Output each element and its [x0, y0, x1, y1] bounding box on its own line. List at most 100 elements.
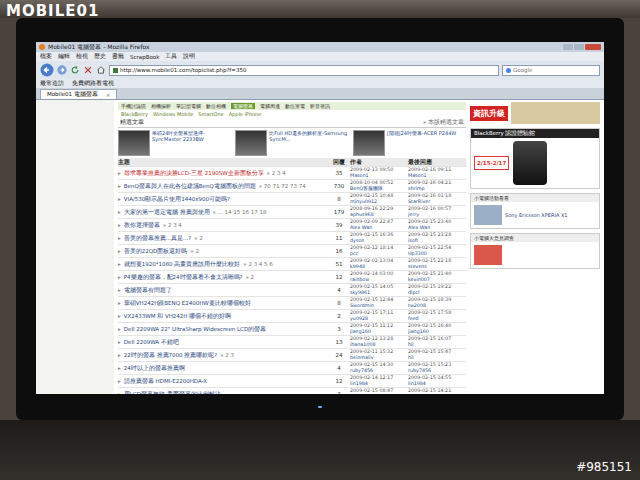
featured-item[interactable]: 華碩24吋全螢幕型選擇-SyncMaster 2233BW	[118, 130, 231, 156]
topic-title[interactable]: Dell 2209WA 不錯吧	[124, 339, 179, 346]
table-row[interactable]: ▸ 22吋的螢幕 推薦7000 推薦哪款呢? » 2 3 24 2009-02-…	[118, 349, 466, 362]
column-header[interactable]: 作者	[350, 159, 408, 166]
table-row[interactable]: ▸ 請推薦螢幕 HDMI-E2200HDA-X 12 2009-02-14 12…	[118, 375, 466, 388]
author-name[interactable]: minyu0912	[350, 199, 408, 205]
featured-item[interactable]: [開箱]24吋螢幕-ACER P244W	[353, 130, 466, 156]
last-reply-author[interactable]: Alex Wan	[408, 225, 466, 231]
menu-item[interactable]: 編輯	[58, 53, 70, 60]
table-row[interactable]: ▸ 華碩VH242H跟BENQ E2400HW要比較哪個較好 8 2009-02…	[118, 297, 466, 310]
table-row[interactable]: ▸ 電腦螢幕有問題了 4 2009-02-15 14:05 sky9861 20…	[118, 284, 466, 297]
author-name[interactable]: beinmaliv	[350, 355, 408, 361]
site-nav-item[interactable]: 電腦周邊	[260, 103, 280, 109]
sub-nav-item[interactable]: SmartOne	[198, 111, 223, 117]
last-reply-author[interactable]: feed	[408, 316, 466, 322]
column-header[interactable]: 回覆	[328, 159, 350, 166]
stop-icon[interactable]	[83, 65, 93, 75]
topic-title[interactable]: 華碩VH242H跟BENQ E2400HW要比較哪個較好	[124, 300, 251, 307]
search-field[interactable]: Google	[502, 65, 600, 76]
topic-pages[interactable]: » 2	[194, 235, 203, 242]
topic-pages[interactable]: » 2 3 4	[267, 170, 286, 177]
last-reply-author[interactable]: shrimp	[408, 186, 466, 192]
featured-item[interactable]: 比Full HD還多的解析度-Samsung SyncM...	[235, 130, 348, 156]
author-name[interactable]: Alex Wan	[350, 225, 408, 231]
minimize-icon[interactable]	[563, 44, 573, 50]
table-row[interactable]: ▸ VX2433WM 和 VH242H 哪個不錯的好啊 2 2009-02-15…	[118, 310, 466, 323]
tab-close-icon[interactable]: ×	[106, 92, 111, 98]
author-name[interactable]: ruby7456	[350, 368, 408, 374]
topic-title[interactable]: P4樂趣的螢幕，配24吋螢幕看不會太清晰嗎?	[124, 274, 243, 281]
author-name[interactable]: dyson	[350, 238, 408, 244]
last-reply-author[interactable]: jiang160	[408, 329, 466, 335]
topic-title[interactable]: 善美的螢幕推薦...真是...?	[124, 235, 191, 242]
table-row[interactable]: ▸ Dell 2209WA 不錯吧 13 2009-02-12 13:28 ih…	[118, 336, 466, 349]
last-reply-author[interactable]: kevin007	[408, 277, 466, 283]
table-row[interactable]: ▸ BenQ螢幕與人在此各位建議BenQ電腦面板的問題 » 70 71 72 7…	[118, 180, 466, 193]
site-nav-item[interactable]: 影音視訊	[310, 103, 330, 109]
close-icon[interactable]	[585, 44, 601, 50]
event-box[interactable]: 小電腦活動看看 Sony Ericsson XPERIA X1	[470, 193, 600, 229]
last-reply-author[interactable]: ruby7456	[408, 368, 466, 374]
table-row[interactable]: ▸ 用LCD螢幕無線 畫面螢幕的比例解決 3 2009-02-15 08:47 …	[118, 388, 466, 394]
bookmark[interactable]: 最常造訪	[40, 80, 64, 87]
topic-title[interactable]: 24吋以上的螢幕推薦啊	[124, 365, 185, 372]
sub-nav-item[interactable]: BlackBerry	[121, 111, 148, 117]
power-led-icon[interactable]	[318, 406, 322, 408]
menu-item[interactable]: 檢視	[76, 53, 88, 60]
topic-title[interactable]: 大家的第一選定電腦 推薦與使用	[124, 209, 210, 216]
topic-pages[interactable]: » 2	[246, 274, 255, 281]
author-name[interactable]: rainbow	[350, 277, 408, 283]
table-row[interactable]: ▸ 善美的螢幕推薦...真是...? » 2 11 2009-02-15 16:…	[118, 232, 466, 245]
last-reply-author[interactable]: stevens	[408, 264, 466, 270]
author-name[interactable]: Mason1	[350, 173, 408, 179]
column-header[interactable]: 最後回應	[408, 159, 466, 166]
topic-title[interactable]: 22吋的螢幕 推薦7000 推薦哪款呢?	[124, 352, 217, 359]
topic-title[interactable]: 教你選擇螢幕	[124, 222, 160, 229]
last-reply-author[interactable]: Hp3300	[408, 251, 466, 257]
menu-item[interactable]: 歷史	[94, 53, 106, 60]
topic-pages[interactable]: » ... 14 15 16 17 18	[213, 209, 267, 216]
last-reply-author[interactable]: dlpcl	[408, 290, 466, 296]
last-reply-author[interactable]: hil	[408, 355, 466, 361]
topic-pages[interactable]: » 2	[190, 248, 199, 255]
reload-icon[interactable]	[70, 65, 80, 75]
home-icon[interactable]	[96, 65, 106, 75]
menu-item[interactable]: ScrapBook	[130, 54, 159, 60]
author-name[interactable]: BenQ客服團隊	[350, 186, 408, 192]
topic-pages[interactable]: » 2 3 4	[163, 222, 182, 229]
table-row[interactable]: ▸ 24吋以上的螢幕推薦啊 4 2009-02-15 14:30 ruby745…	[118, 362, 466, 375]
menu-item[interactable]: 說明	[183, 53, 195, 60]
promo-ad[interactable]: 資訊升級	[470, 102, 600, 124]
table-row[interactable]: ▸ 就想要1920*1080 高畫質應該用什麼比較好 » 2 3 4 5 6 5…	[118, 258, 466, 271]
topic-title[interactable]: 用LCD螢幕無線 畫面螢幕的比例解決	[124, 391, 221, 394]
table-row[interactable]: ▸ VIA/530顯示晶片使用1440x900可能嗎? 8 2009-02-15…	[118, 193, 466, 206]
menu-item[interactable]: 書籤	[112, 53, 124, 60]
sub-nav-item[interactable]: Windows Mobile	[153, 111, 193, 117]
back-icon[interactable]	[40, 63, 54, 77]
author-name[interactable]: k9948	[350, 264, 408, 270]
topic-title[interactable]: BenQ螢幕與人在此各位建議BenQ電腦面板的問題	[124, 183, 256, 190]
topic-pages[interactable]: » 70 71 72 73 74	[259, 183, 306, 190]
author-name[interactable]: ihana1008	[350, 342, 408, 348]
table-row[interactable]: ▸ P4樂趣的螢幕，配24吋螢幕看不會太清晰嗎? » 2 12 2009-02-…	[118, 271, 466, 284]
maximize-icon[interactable]	[574, 44, 584, 50]
table-row[interactable]: ▸ 大家的第一選定電腦 推薦與使用 » ... 14 15 16 17 18 1…	[118, 206, 466, 219]
bookmark[interactable]: 免費網路看電視	[72, 80, 114, 87]
table-row[interactable]: ▸ Dell 2209WA 22" UltraSharp Widescreen …	[118, 323, 466, 336]
last-reply-author[interactable]: hil	[408, 342, 466, 348]
address-field[interactable]: http://www.mobile01.com/topiclist.php?f=…	[109, 65, 499, 76]
author-name[interactable]: yu0928	[350, 316, 408, 322]
site-nav-item[interactable]: 數位家電	[285, 103, 305, 109]
table-row[interactable]: ▸ 善美的22QD面板還好嗎 » 2 16 2009-02-12 18:14 p…	[118, 245, 466, 258]
last-reply-author[interactable]: isoft	[408, 238, 466, 244]
column-header[interactable]: 主題	[118, 159, 328, 166]
menu-item[interactable]: 檔案	[40, 53, 52, 60]
table-row[interactable]: ▸ 教你選擇螢幕 » 2 3 4 39 2009-02-09 22:47 Ale…	[118, 219, 466, 232]
topic-title[interactable]: 就想要1920*1080 高畫質應該用什麼比較好	[124, 261, 241, 268]
table-row[interactable]: ▸ 尋求專業推薦的決勝LCD-三星 2190SW全新面板分享 » 2 3 4 3…	[118, 167, 466, 180]
last-reply-author[interactable]: StarRiver	[408, 199, 466, 205]
topic-title[interactable]: Dell 2209WA 22" UltraSharp Widescreen LC…	[124, 326, 266, 333]
site-nav-item[interactable]: 相機攝影	[151, 103, 171, 109]
topic-title[interactable]: 尋求專業推薦的決勝LCD-三星 2190SW全新面板分享	[124, 170, 264, 177]
topic-title[interactable]: 請推薦螢幕 HDMI-E2200HDA-X	[124, 378, 207, 385]
last-reply-author[interactable]: tw2008	[408, 303, 466, 309]
